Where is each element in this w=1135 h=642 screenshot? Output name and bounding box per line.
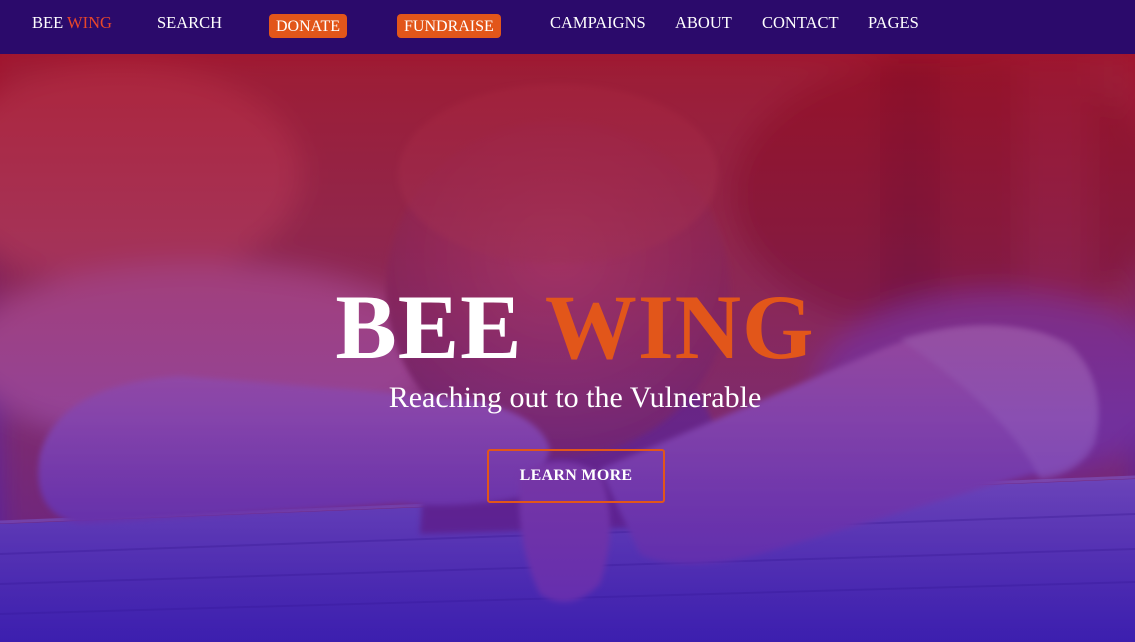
brand-accent: WING	[67, 13, 112, 32]
hero-subtitle: Reaching out to the Vulnerable	[388, 381, 762, 414]
hero-title: BEE WING	[0, 279, 1135, 375]
donate-button[interactable]: DONATE	[269, 14, 347, 38]
hero-title-accent: WING	[544, 276, 815, 378]
nav-about-link[interactable]: ABOUT	[675, 14, 732, 32]
brand-logo-link[interactable]: BEE WING	[32, 14, 112, 32]
nav-pages-link[interactable]: PAGES	[868, 14, 919, 32]
nav-campaigns-link[interactable]: CAMPAIGNS	[550, 14, 646, 32]
brand-prefix: BEE	[32, 13, 64, 32]
learn-more-button[interactable]: LEARN MORE	[487, 449, 665, 503]
top-navbar: BEE WING SEARCH DONATE FUNDRAISE CAMPAIG…	[0, 0, 1135, 54]
hero-section: BEE WING Reaching out to the Vulnerable …	[0, 54, 1135, 642]
nav-search-link[interactable]: SEARCH	[157, 14, 222, 32]
hero-title-prefix: BEE	[335, 276, 523, 378]
fundraise-button[interactable]: FUNDRAISE	[397, 14, 501, 38]
nav-contact-link[interactable]: CONTACT	[762, 14, 839, 32]
